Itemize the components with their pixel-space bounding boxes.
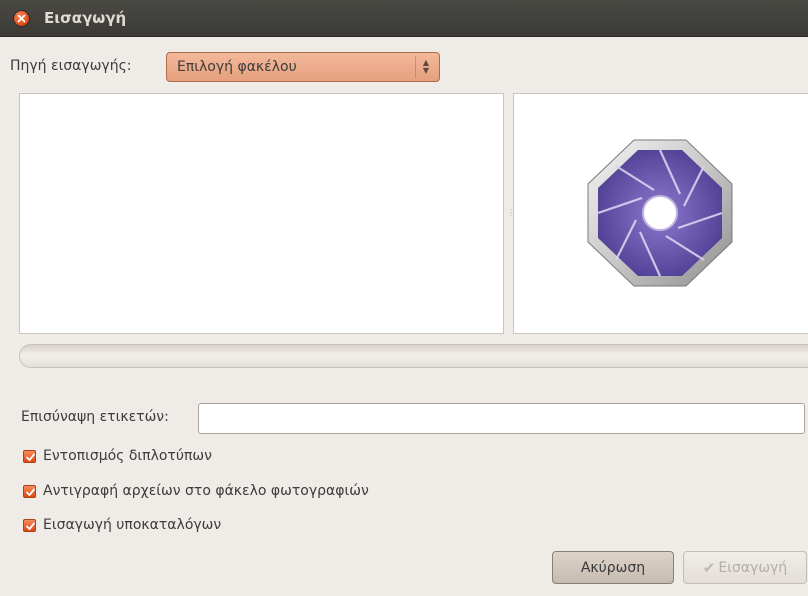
title-bar: Εισαγωγή [0, 0, 808, 37]
import-progress-bar [19, 344, 808, 368]
import-subfolders-label: Εισαγωγή υποκαταλόγων [43, 517, 222, 533]
copy-files-checkbox[interactable]: Αντιγραφή αρχείων στο φάκελο φωτογραφιών [23, 481, 369, 501]
folder-tree-pane[interactable] [19, 93, 504, 334]
copy-files-label: Αντιγραφή αρχείων στο φάκελο φωτογραφιών [43, 483, 369, 499]
cancel-button-label: Ακύρωση [580, 559, 646, 576]
attach-tags-input[interactable] [198, 403, 805, 434]
cancel-button[interactable]: Ακύρωση [552, 551, 674, 584]
checkbox-checked-icon[interactable] [23, 449, 36, 463]
detect-duplicates-label: Εντοπισμός διπλοτύπων [43, 448, 212, 464]
preview-pane [513, 93, 808, 334]
import-source-label: Πηγή εισαγωγής: [10, 58, 132, 74]
attach-tags-label: Επισύναψη ετικετών: [21, 409, 169, 425]
shotwell-aperture-icon [587, 139, 733, 287]
close-icon[interactable] [14, 11, 29, 26]
import-source-select[interactable]: Επιλογή φακέλου ▲ ▼ [166, 52, 440, 82]
checkmark-icon: ✔ [702, 558, 716, 577]
detect-duplicates-checkbox[interactable]: Εντοπισμός διπλοτύπων [23, 446, 212, 466]
checkbox-checked-icon[interactable] [23, 484, 36, 498]
window-title: Εισαγωγή [44, 9, 127, 27]
import-source-value: Επιλογή φακέλου [177, 59, 297, 75]
import-button-label: Εισαγωγή [718, 559, 788, 576]
pane-resize-handle[interactable]: ⋮ [507, 208, 515, 220]
chevron-up-down-icon: ▲ ▼ [415, 56, 436, 78]
import-button[interactable]: ✔ Εισαγωγή [683, 551, 807, 584]
checkbox-checked-icon[interactable] [23, 518, 36, 532]
import-subfolders-checkbox[interactable]: Εισαγωγή υποκαταλόγων [23, 515, 221, 535]
